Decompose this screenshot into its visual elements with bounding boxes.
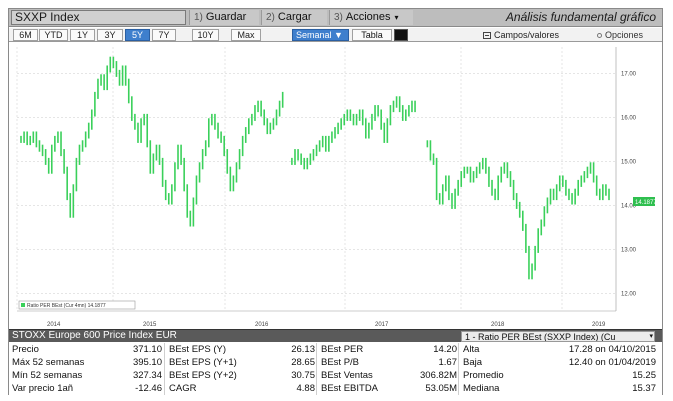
x-tick-label: 2018 bbox=[491, 322, 505, 328]
chart-area[interactable]: 17.00 16.00 15.00 14.00 13.00 12.00 2014 2015 20… bbox=[9, 43, 662, 329]
column-divider bbox=[164, 343, 165, 395]
stat-value: 53.05M bbox=[425, 383, 457, 394]
x-tick-label: 2017 bbox=[375, 322, 389, 328]
stat-label: Var precio 1añ bbox=[12, 383, 74, 394]
y-tick-label: 13.00 bbox=[621, 247, 637, 253]
app-title: Análisis fundamental gráfico bbox=[505, 10, 656, 24]
stats-header: STOXX Europe 600 Price Index EUR 1 - Rat… bbox=[9, 329, 662, 342]
per-ratio-chart: 17.0016.0015.0014.0013.0012.002014 2015 20… bbox=[16, 47, 657, 328]
stat-value: 12.40 on 01/04/2019 bbox=[568, 357, 656, 368]
y-tick-label: 15.00 bbox=[621, 159, 637, 165]
x-tick-label: 2015 bbox=[143, 322, 157, 328]
stat-label: Promedio bbox=[463, 370, 504, 381]
stat-value: 15.37 bbox=[632, 383, 656, 394]
stat-label: BEst EBITDA bbox=[321, 383, 379, 394]
stat-value: 30.75 bbox=[291, 370, 315, 381]
column-divider bbox=[316, 343, 317, 395]
title-bar: SXXP Index 1) Guardar 2) Cargar 3) Acciones… bbox=[9, 9, 662, 27]
frequency-select[interactable]: Semanal ▼ bbox=[292, 29, 349, 41]
stat-value: 4.88 bbox=[296, 383, 316, 394]
stats-row: Mín 52 semanas 327.34 BEst EPS (Y+2) 30.75 B… bbox=[9, 369, 662, 382]
y-tick-label: 17.00 bbox=[621, 71, 637, 77]
stat-label: BEst EPS (Y+1) bbox=[169, 357, 237, 368]
caret-down-icon: ▼ bbox=[334, 30, 343, 40]
stat-label: Alta bbox=[463, 344, 480, 355]
stat-label: BEst EPS (Y) bbox=[169, 344, 227, 355]
period-button-max[interactable]: Max bbox=[231, 29, 261, 41]
stat-label: Máx 52 semanas bbox=[12, 357, 85, 368]
color-swatch[interactable] bbox=[394, 29, 408, 41]
load-button-label: Cargar bbox=[277, 11, 312, 23]
stat-label: BEst EPS (Y+2) bbox=[169, 370, 237, 381]
actions-menu-number: 3) bbox=[334, 12, 343, 23]
load-button[interactable]: 2) Cargar bbox=[261, 10, 327, 25]
column-divider bbox=[458, 343, 459, 395]
chart-series bbox=[20, 56, 610, 280]
last-value-marker: 14.1877 bbox=[633, 197, 657, 206]
stat-value: 306.82M bbox=[420, 370, 457, 381]
ratio-select[interactable]: 1 - Ratio PER BEst (SXXP Index) (Cu ▾ bbox=[461, 331, 655, 342]
stats-row: Precio 371.10 BEst EPS (Y) 26.13 BEst PER 14.… bbox=[9, 343, 662, 356]
stat-value: 28.65 bbox=[291, 357, 315, 368]
table-button[interactable]: Tabla bbox=[352, 29, 392, 41]
actions-menu-label: Acciones bbox=[345, 11, 391, 23]
stat-label: BEst Ventas bbox=[321, 370, 373, 381]
save-button-label: Guardar bbox=[205, 11, 247, 23]
y-tick-label: 12.00 bbox=[621, 291, 637, 297]
period-button-3y[interactable]: 3Y bbox=[97, 29, 123, 41]
caret-down-icon: ▾ bbox=[649, 333, 653, 340]
period-button-5y[interactable]: 5Y bbox=[125, 29, 150, 41]
stat-label: Mediana bbox=[463, 383, 500, 394]
stat-value: 371.10 bbox=[132, 344, 162, 355]
options-button[interactable]: Opciones bbox=[597, 29, 643, 41]
period-button-ytd[interactable]: YTD bbox=[39, 29, 68, 41]
fields-values-button[interactable]: Campos/valores bbox=[483, 29, 559, 41]
stat-label: Baja bbox=[463, 357, 483, 368]
chart-window: SXXP Index 1) Guardar 2) Cargar 3) Acciones… bbox=[8, 8, 663, 395]
period-button-7y[interactable]: 7Y bbox=[152, 29, 176, 41]
gear-icon bbox=[597, 33, 602, 38]
stat-value: 15.25 bbox=[632, 370, 656, 381]
x-tick-label: 2016 bbox=[255, 322, 269, 328]
fields-values-label: Campos/valores bbox=[494, 30, 560, 40]
stat-label: Mín 52 semanas bbox=[12, 370, 83, 381]
stat-value: 14.20 bbox=[433, 344, 457, 355]
options-label: Opciones bbox=[605, 30, 644, 40]
stat-value: 327.34 bbox=[132, 370, 162, 381]
x-tick-label: 2019 bbox=[592, 322, 606, 328]
stat-label: CAGR bbox=[169, 383, 197, 394]
last-value-label: 14.1877 bbox=[635, 200, 657, 206]
stat-value: 26.13 bbox=[291, 344, 315, 355]
stat-label: BEst P/B bbox=[321, 357, 360, 368]
save-button[interactable]: 1) Guardar bbox=[189, 10, 259, 25]
chart-axes: 17.0016.0015.0014.0013.0012.002014 2015 20… bbox=[17, 47, 637, 328]
period-button-10y[interactable]: 10Y bbox=[192, 29, 219, 41]
y-tick-label: 16.00 bbox=[621, 115, 637, 121]
stat-label: Precio bbox=[12, 344, 39, 355]
caret-down-icon: ▾ bbox=[394, 13, 399, 22]
period-button-1y[interactable]: 1Y bbox=[70, 29, 95, 41]
load-button-number: 2) bbox=[266, 12, 275, 23]
save-button-number: 1) bbox=[194, 12, 203, 23]
stat-value: 1.67 bbox=[438, 357, 458, 368]
chart-legend: Ratio PER BEst (Cur 4mn) 14.1877 bbox=[18, 300, 136, 310]
period-button-6m[interactable]: 6M bbox=[13, 29, 38, 41]
legend-text: Ratio PER BEst (Cur 4mn) 14.1877 bbox=[27, 303, 106, 309]
period-toolbar: 6M YTD 1Y 3Y 5Y 7Y 10Y Max Semanal ▼ Tabla Camp… bbox=[9, 28, 662, 42]
actions-menu[interactable]: 3) Acciones ▾ bbox=[329, 10, 413, 25]
frequency-value: Semanal bbox=[296, 30, 332, 40]
legend-swatch bbox=[21, 303, 25, 307]
stats-table: Precio 371.10 BEst EPS (Y) 26.13 BEst PER 14.… bbox=[9, 343, 662, 395]
ticker-field[interactable]: SXXP Index bbox=[11, 10, 186, 25]
security-name: STOXX Europe 600 Price Index EUR bbox=[12, 330, 177, 341]
stats-row: Máx 52 semanas 395.10 BEst EPS (Y+1) 28.65 B… bbox=[9, 356, 662, 369]
stats-row: Var precio 1añ -12.46 CAGR 4.88 BEst EBITDA 5… bbox=[9, 382, 662, 395]
x-tick-label: 2014 bbox=[47, 322, 61, 328]
stat-value: 17.28 on 04/10/2015 bbox=[568, 344, 656, 355]
checkbox-icon bbox=[483, 32, 491, 39]
stat-value: 395.10 bbox=[132, 357, 162, 368]
stat-value: -12.46 bbox=[135, 383, 162, 394]
ratio-select-value: 1 - Ratio PER BEst (SXXP Index) (Cu bbox=[465, 332, 616, 342]
stat-label: BEst PER bbox=[321, 344, 364, 355]
